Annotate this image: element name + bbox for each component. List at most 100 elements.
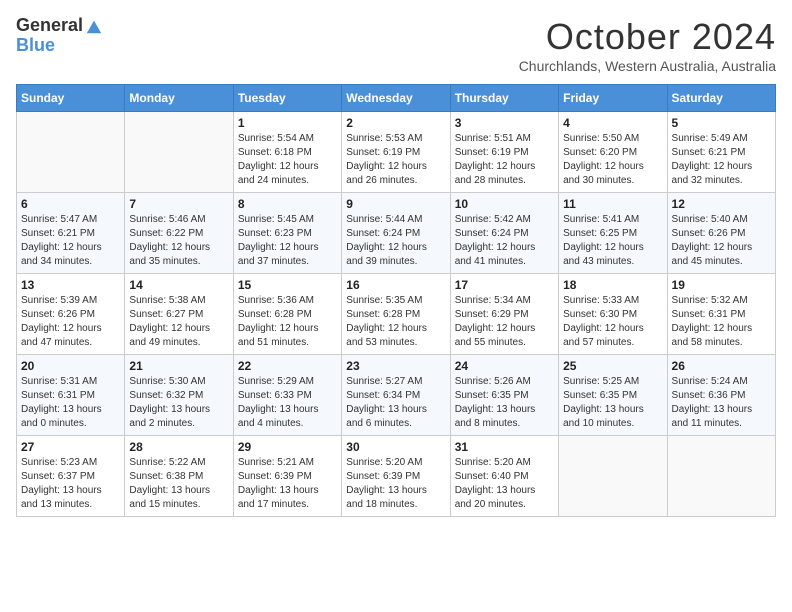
week-row-5: 27 Sunrise: 5:23 AM Sunset: 6:37 PM Dayli… — [17, 436, 776, 517]
day-number: 1 — [238, 116, 337, 130]
day-number: 10 — [455, 197, 554, 211]
header-day-saturday: Saturday — [667, 85, 775, 112]
day-number: 17 — [455, 278, 554, 292]
day-number: 3 — [455, 116, 554, 130]
day-cell: 9 Sunrise: 5:44 AM Sunset: 6:24 PM Daylig… — [342, 193, 450, 274]
day-detail: Sunrise: 5:22 AM Sunset: 6:38 PM Dayligh… — [129, 456, 228, 512]
day-cell: 6 Sunrise: 5:47 AM Sunset: 6:21 PM Daylig… — [17, 193, 125, 274]
day-cell: 29Sunrise: 5:21 AM Sunset: 6:39 PM Dayli… — [233, 436, 341, 517]
day-number: 18 — [563, 278, 662, 292]
day-detail: Sunrise: 5:45 AM Sunset: 6:23 PM Dayligh… — [238, 213, 337, 269]
header-day-friday: Friday — [559, 85, 667, 112]
day-detail: Sunrise: 5:29 AM Sunset: 6:33 PM Dayligh… — [238, 375, 337, 431]
header: General Blue October 2024 Churchlands, W… — [16, 16, 776, 74]
day-number: 8 — [238, 197, 337, 211]
day-cell: 5Sunrise: 5:49 AM Sunset: 6:21 PM Daylig… — [667, 112, 775, 193]
day-cell: 17 Sunrise: 5:34 AM Sunset: 6:29 PM Dayli… — [450, 274, 558, 355]
day-number: 9 — [346, 197, 445, 211]
day-detail: Sunrise: 5:20 AM Sunset: 6:40 PM Dayligh… — [455, 456, 554, 512]
header-day-thursday: Thursday — [450, 85, 558, 112]
day-cell: 13Sunrise: 5:39 AM Sunset: 6:26 PM Dayli… — [17, 274, 125, 355]
day-detail: Sunrise: 5:51 AM Sunset: 6:19 PM Dayligh… — [455, 132, 554, 188]
day-detail: Sunrise: 5:53 AM Sunset: 6:19 PM Dayligh… — [346, 132, 445, 188]
day-number: 16 — [346, 278, 445, 292]
day-detail: Sunrise: 5:46 AM Sunset: 6:22 PM Dayligh… — [129, 213, 228, 269]
day-detail: Sunrise: 5:30 AM Sunset: 6:32 PM Dayligh… — [129, 375, 228, 431]
header-row: SundayMondayTuesdayWednesdayThursdayFrid… — [17, 85, 776, 112]
logo-blue-text: Blue — [16, 36, 103, 56]
day-cell: 7 Sunrise: 5:46 AM Sunset: 6:22 PM Daylig… — [125, 193, 233, 274]
header-day-wednesday: Wednesday — [342, 85, 450, 112]
day-cell — [125, 112, 233, 193]
day-cell: 18 Sunrise: 5:33 AM Sunset: 6:30 PM Dayli… — [559, 274, 667, 355]
day-cell: 1 Sunrise: 5:54 AM Sunset: 6:18 PM Daylig… — [233, 112, 341, 193]
day-detail: Sunrise: 5:50 AM Sunset: 6:20 PM Dayligh… — [563, 132, 662, 188]
logo-general-text: General — [16, 16, 83, 36]
day-detail: Sunrise: 5:33 AM Sunset: 6:30 PM Dayligh… — [563, 294, 662, 350]
day-cell: 3 Sunrise: 5:51 AM Sunset: 6:19 PM Daylig… — [450, 112, 558, 193]
day-detail: Sunrise: 5:23 AM Sunset: 6:37 PM Dayligh… — [21, 456, 120, 512]
day-cell: 30Sunrise: 5:20 AM Sunset: 6:39 PM Dayli… — [342, 436, 450, 517]
day-number: 7 — [129, 197, 228, 211]
day-detail: Sunrise: 5:35 AM Sunset: 6:28 PM Dayligh… — [346, 294, 445, 350]
day-cell: 12 Sunrise: 5:40 AM Sunset: 6:26 PM Dayli… — [667, 193, 775, 274]
header-day-monday: Monday — [125, 85, 233, 112]
week-row-2: 6 Sunrise: 5:47 AM Sunset: 6:21 PM Daylig… — [17, 193, 776, 274]
day-number: 14 — [129, 278, 228, 292]
day-detail: Sunrise: 5:40 AM Sunset: 6:26 PM Dayligh… — [672, 213, 771, 269]
day-cell: 10Sunrise: 5:42 AM Sunset: 6:24 PM Dayli… — [450, 193, 558, 274]
day-cell: 28 Sunrise: 5:22 AM Sunset: 6:38 PM Dayli… — [125, 436, 233, 517]
day-number: 31 — [455, 440, 554, 454]
day-cell: 14 Sunrise: 5:38 AM Sunset: 6:27 PM Dayli… — [125, 274, 233, 355]
day-cell: 8 Sunrise: 5:45 AM Sunset: 6:23 PM Daylig… — [233, 193, 341, 274]
day-detail: Sunrise: 5:36 AM Sunset: 6:28 PM Dayligh… — [238, 294, 337, 350]
day-detail: Sunrise: 5:27 AM Sunset: 6:34 PM Dayligh… — [346, 375, 445, 431]
day-number: 20 — [21, 359, 120, 373]
day-cell: 2Sunrise: 5:53 AM Sunset: 6:19 PM Daylig… — [342, 112, 450, 193]
day-detail: Sunrise: 5:54 AM Sunset: 6:18 PM Dayligh… — [238, 132, 337, 188]
week-row-3: 13Sunrise: 5:39 AM Sunset: 6:26 PM Dayli… — [17, 274, 776, 355]
calendar-table: SundayMondayTuesdayWednesdayThursdayFrid… — [16, 84, 776, 517]
day-number: 25 — [563, 359, 662, 373]
day-cell: 25 Sunrise: 5:25 AM Sunset: 6:35 PM Dayli… — [559, 355, 667, 436]
logo: General Blue — [16, 16, 103, 56]
day-detail: Sunrise: 5:47 AM Sunset: 6:21 PM Dayligh… — [21, 213, 120, 269]
day-number: 19 — [672, 278, 771, 292]
day-cell: 15 Sunrise: 5:36 AM Sunset: 6:28 PM Dayli… — [233, 274, 341, 355]
day-number: 27 — [21, 440, 120, 454]
day-number: 15 — [238, 278, 337, 292]
day-cell: 22Sunrise: 5:29 AM Sunset: 6:33 PM Dayli… — [233, 355, 341, 436]
day-number: 29 — [238, 440, 337, 454]
day-number: 28 — [129, 440, 228, 454]
day-number: 30 — [346, 440, 445, 454]
day-cell: 20 Sunrise: 5:31 AM Sunset: 6:31 PM Dayli… — [17, 355, 125, 436]
day-detail: Sunrise: 5:25 AM Sunset: 6:35 PM Dayligh… — [563, 375, 662, 431]
day-cell: 23 Sunrise: 5:27 AM Sunset: 6:34 PM Dayli… — [342, 355, 450, 436]
day-cell: 21Sunrise: 5:30 AM Sunset: 6:32 PM Dayli… — [125, 355, 233, 436]
day-number: 26 — [672, 359, 771, 373]
day-cell: 11Sunrise: 5:41 AM Sunset: 6:25 PM Dayli… — [559, 193, 667, 274]
week-row-1: 1 Sunrise: 5:54 AM Sunset: 6:18 PM Daylig… — [17, 112, 776, 193]
day-cell — [17, 112, 125, 193]
day-detail: Sunrise: 5:34 AM Sunset: 6:29 PM Dayligh… — [455, 294, 554, 350]
day-cell: 31 Sunrise: 5:20 AM Sunset: 6:40 PM Dayli… — [450, 436, 558, 517]
day-detail: Sunrise: 5:44 AM Sunset: 6:24 PM Dayligh… — [346, 213, 445, 269]
day-cell: 24Sunrise: 5:26 AM Sunset: 6:35 PM Dayli… — [450, 355, 558, 436]
header-day-tuesday: Tuesday — [233, 85, 341, 112]
day-cell — [667, 436, 775, 517]
day-detail: Sunrise: 5:49 AM Sunset: 6:21 PM Dayligh… — [672, 132, 771, 188]
day-number: 13 — [21, 278, 120, 292]
day-cell: 27 Sunrise: 5:23 AM Sunset: 6:37 PM Dayli… — [17, 436, 125, 517]
day-cell: 4 Sunrise: 5:50 AM Sunset: 6:20 PM Daylig… — [559, 112, 667, 193]
day-number: 12 — [672, 197, 771, 211]
day-number: 23 — [346, 359, 445, 373]
day-cell — [559, 436, 667, 517]
day-detail: Sunrise: 5:31 AM Sunset: 6:31 PM Dayligh… — [21, 375, 120, 431]
day-number: 4 — [563, 116, 662, 130]
day-number: 6 — [21, 197, 120, 211]
week-row-4: 20 Sunrise: 5:31 AM Sunset: 6:31 PM Dayli… — [17, 355, 776, 436]
logo-triangle-icon — [85, 17, 103, 35]
day-detail: Sunrise: 5:38 AM Sunset: 6:27 PM Dayligh… — [129, 294, 228, 350]
day-detail: Sunrise: 5:24 AM Sunset: 6:36 PM Dayligh… — [672, 375, 771, 431]
title-area: October 2024 Churchlands, Western Austra… — [519, 16, 776, 74]
